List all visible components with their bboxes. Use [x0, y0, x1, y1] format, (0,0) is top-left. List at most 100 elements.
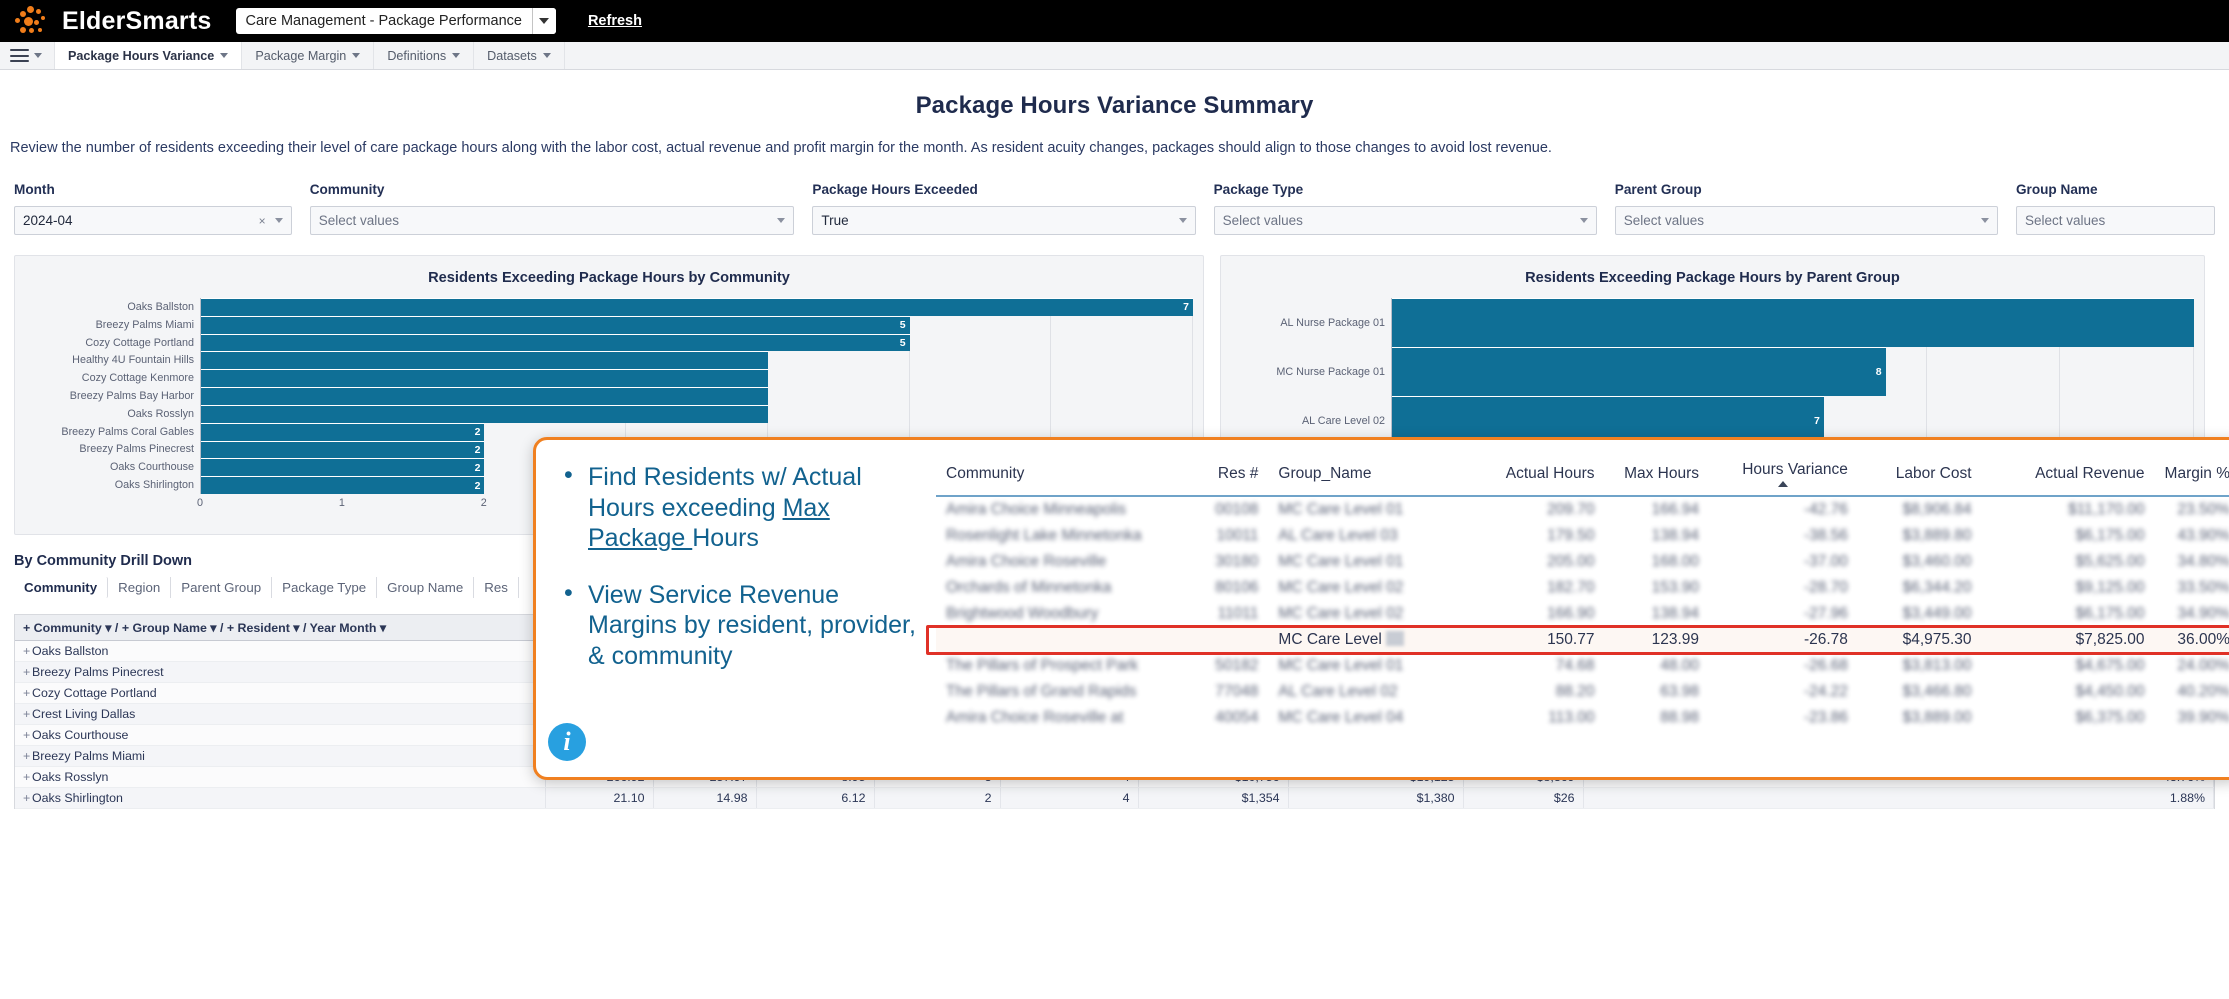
chart-bar[interactable]: 2 [201, 422, 485, 441]
drilldown-tab-community[interactable]: Community [14, 577, 109, 598]
brand-name: ElderSmarts [62, 6, 212, 35]
overlay-table-row[interactable]: The Pillars of Prospect Park 50182 MC Care… [936, 653, 2229, 679]
chart-bar-row[interactable] [201, 351, 1193, 370]
overlay-cell: $6,344.20 [1902, 579, 1972, 596]
overlay-table-row[interactable]: Orchards of Minnetonka 80106 MC Care Level… [936, 575, 2229, 601]
row-dimension-cell[interactable]: + Oaks Shirlington [15, 787, 546, 809]
overlay-table-row[interactable]: Brightwood Woodbury 11011 MC Care Level 02… [936, 601, 2229, 627]
overlay-cell: 00108 [1215, 501, 1259, 518]
overlay-table-row[interactable]: Rosenlight Lake Minnetonka 10011 AL Care L… [936, 523, 2229, 549]
row-dimension-cell[interactable]: + Crest Living Dallas [15, 703, 546, 725]
chart-bar-row[interactable] [201, 387, 1193, 405]
chart-bar-row[interactable] [1392, 298, 2194, 347]
filter-package-type-control[interactable]: Select values [1213, 206, 1597, 235]
filter-month-control[interactable]: 2024-04 × [14, 206, 292, 235]
chart-bar[interactable] [201, 351, 768, 370]
row-dimension-cell[interactable]: + Cozy Cottage Portland [15, 682, 546, 704]
overlay-cell: -28.70 [1803, 579, 1848, 596]
refresh-button[interactable]: Refresh [588, 13, 642, 29]
chart-bar[interactable]: 2 [201, 440, 485, 459]
menu-item-package-hours-variance[interactable]: Package Hours Variance [55, 42, 243, 69]
chart-bar[interactable] [201, 369, 768, 388]
overlay-cell: MC Care Level [1268, 627, 1481, 653]
overlay-cell: 23.50% [2177, 501, 2229, 518]
overlay-cell: 153.90 [1651, 579, 1700, 596]
menu-item-datasets[interactable]: Datasets [474, 42, 565, 69]
chart-bar-row[interactable]: 5 [201, 333, 1193, 352]
drilldown-tab-package-type[interactable]: Package Type [272, 577, 378, 598]
chart-bar-row[interactable]: 8 [1392, 347, 2194, 396]
overlay-cell: MC Care Level 02 [1278, 605, 1404, 622]
main-menu-button[interactable] [0, 42, 55, 69]
filter-placeholder: Select values [1623, 213, 1705, 228]
table-row[interactable]: + Oaks Shirlington 21.10 14.98 6.12 2 4 $1,354 $… [15, 787, 2214, 809]
chart-title: Residents Exceeding Package Hours by Com… [428, 270, 790, 286]
chart-bar[interactable]: 2 [201, 476, 485, 494]
filter-label: Month [14, 182, 55, 197]
row-dimension-cell[interactable]: + Oaks Courthouse [15, 724, 546, 746]
chart-bar[interactable]: 8 [1392, 347, 1886, 396]
overlay-header-max-hours[interactable]: Max Hours [1604, 458, 1710, 497]
chart-bar-row[interactable] [201, 369, 1193, 388]
overlay-bullets-pane: Find Residents w/ Actual Hours exceeding… [536, 440, 936, 777]
drilldown-tab-group-name[interactable]: Group Name [377, 577, 475, 598]
chart-y-label: Breezy Palms Coral Gables [61, 425, 194, 438]
drilldown-tab-parent-group[interactable]: Parent Group [171, 577, 273, 598]
chart-bar[interactable] [201, 387, 768, 405]
overlay-cell: $3,449.00 [1902, 605, 1972, 622]
row-dimension-cell[interactable]: + Breezy Palms Pinecrest [15, 661, 546, 683]
overlay-header-community[interactable]: Community [936, 458, 1190, 497]
overlay-header-labor-cost[interactable]: Labor Cost [1857, 458, 1982, 497]
filter-package-hours-exceeded-control[interactable]: True [812, 206, 1196, 235]
overlay-header-res-num[interactable]: Res # [1189, 458, 1269, 497]
header-dimension[interactable]: + Community ▾ / + Group Name ▾ / + Resid… [15, 615, 546, 641]
overlay-cell: 150.77 [1480, 627, 1605, 653]
chevron-down-icon [1178, 218, 1187, 223]
overlay-header-margin-pct[interactable]: Margin % [2154, 458, 2229, 497]
overlay-header-actual-hours[interactable]: Actual Hours [1480, 458, 1605, 497]
chart-y-label: Oaks Courthouse [109, 461, 194, 474]
overlay-table-row[interactable]: MC Care Level 150.77 123.99 -26.78 $4,975.3… [936, 627, 2229, 653]
chart-bar[interactable] [201, 404, 768, 423]
overlay-cell: MC Care Level 01 [1278, 501, 1404, 518]
chart-bar-row[interactable] [201, 404, 1193, 423]
overlay-table-row[interactable]: The Pillars of Grand Rapids 77048 AL Care … [936, 679, 2229, 705]
document-selector[interactable]: Care Management - Package Performance [235, 8, 556, 34]
document-selector-caret[interactable] [531, 8, 556, 34]
bullet-text-post: Hours [692, 524, 759, 552]
overlay-table-row[interactable]: Amira Choice Minneapolis 00108 MC Care Lev… [936, 496, 2229, 523]
overlay-cell: 74.68 [1555, 657, 1595, 674]
row-dimension-cell[interactable]: + Oaks Rosslyn [15, 766, 546, 788]
overlay-table-row[interactable]: Amira Choice Roseville at 40054 MC Care Le… [936, 705, 2229, 731]
filter-community-control[interactable]: Select values [309, 206, 795, 235]
overlay-header-group-name[interactable]: Group_Name [1268, 458, 1481, 497]
row-dimension-cell[interactable]: + Breezy Palms Miami [15, 745, 546, 767]
overlay-header-actual-revenue[interactable]: Actual Revenue [1981, 458, 2155, 497]
overlay-header-hours-variance[interactable]: Hours Variance [1709, 458, 1858, 497]
chart-bar[interactable]: 5 [201, 333, 910, 352]
filter-parent-group-control[interactable]: Select values [1614, 206, 1998, 235]
overlay-cell: $6,175.00 [2075, 605, 2145, 622]
chart-y-label: Healthy 4U Fountain Hills [72, 354, 194, 367]
menu-item-definitions[interactable]: Definitions [374, 42, 475, 69]
overlay-cell: Brightwood Woodbury [946, 605, 1099, 622]
chart-bar[interactable]: 5 [201, 315, 910, 334]
filter-month: Month 2024-04 × [14, 182, 310, 235]
overlay-cell: -24.22 [1803, 683, 1848, 700]
drilldown-tab-res[interactable]: Res [474, 577, 519, 598]
chart-bar[interactable]: 7 [201, 298, 1193, 316]
chart-y-label: Breezy Palms Bay Harbor [69, 389, 194, 402]
menu-item-package-margin[interactable]: Package Margin [242, 42, 375, 69]
row-dimension-cell[interactable]: + Oaks Ballston [15, 640, 546, 662]
chart-bar-row[interactable]: 7 [201, 298, 1193, 316]
overlay-table-row[interactable]: Amira Choice Roseville 30180 MC Care Level… [936, 549, 2229, 575]
chart-bar[interactable] [1392, 298, 2194, 347]
filter-group-name-control[interactable]: Select values [2015, 206, 2216, 235]
chart-bar-row[interactable]: 5 [201, 315, 1193, 334]
clear-icon[interactable]: × [259, 214, 266, 228]
drilldown-tab-region[interactable]: Region [108, 577, 172, 598]
row-value-cell: 14.98 [653, 787, 757, 809]
info-icon[interactable]: i [548, 723, 586, 761]
chart-bar[interactable]: 2 [201, 458, 485, 477]
overlay-cell: 50182 [1215, 657, 1259, 674]
